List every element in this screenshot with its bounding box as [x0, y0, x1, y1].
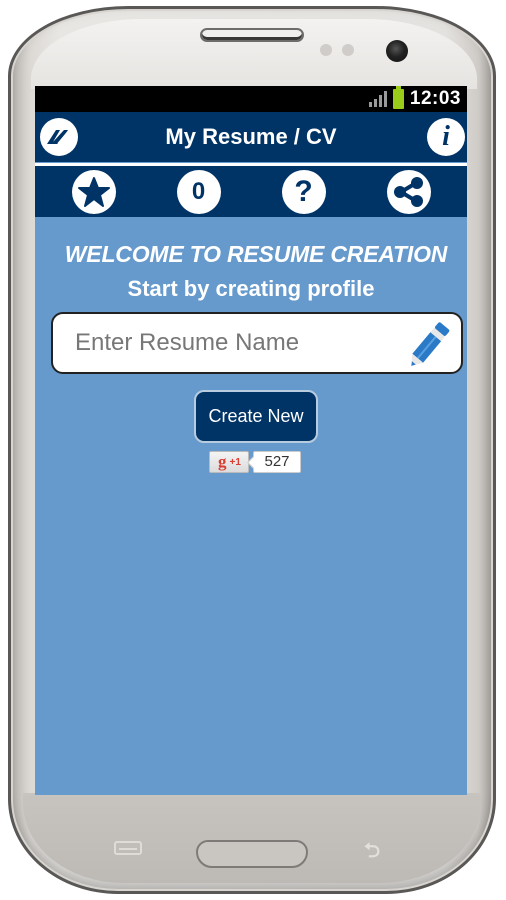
status-bar: 12:03 [35, 86, 467, 112]
app-logo-icon[interactable] [40, 118, 78, 156]
earpiece-speaker [200, 28, 304, 42]
action-toolbar: 0 ? [35, 166, 467, 217]
plus-one-count: 527 [253, 451, 301, 473]
google-plus-one-button[interactable]: g +1 [209, 451, 250, 473]
resume-count: 0 [191, 177, 206, 205]
menu-key[interactable] [114, 841, 142, 855]
google-plus-widget: g +1 527 [43, 451, 467, 473]
help-button[interactable]: ? [281, 169, 326, 214]
help-icon: ? [294, 174, 313, 208]
screen: 12:03 My Resume / CV i 0 ? WELCOME TO RE… [35, 86, 467, 795]
back-key-icon[interactable]: ⮌ [364, 836, 380, 870]
info-label: i [442, 121, 450, 152]
phone-bottom-bezel [23, 793, 481, 883]
signal-icon [368, 91, 387, 107]
app-title: My Resume / CV [165, 124, 337, 149]
star-icon [77, 176, 110, 207]
resume-name-input[interactable] [53, 329, 373, 357]
resume-name-field[interactable] [51, 312, 463, 374]
favorite-button[interactable] [71, 169, 116, 214]
app-header: My Resume / CV i [35, 112, 467, 162]
proximity-sensor [320, 44, 332, 56]
share-icon [393, 176, 423, 207]
battery-icon [392, 86, 404, 109]
pencil-icon[interactable] [403, 318, 453, 374]
front-camera [386, 40, 408, 62]
light-sensor [342, 44, 354, 56]
main-content: WELCOME TO RESUME CREATION Start by crea… [35, 217, 467, 473]
welcome-heading: WELCOME TO RESUME CREATION [64, 241, 448, 267]
share-button[interactable] [386, 169, 431, 214]
welcome-subtitle: Start by creating profile [127, 276, 375, 301]
google-g-icon: g [218, 452, 227, 471]
status-time: 12:03 [409, 88, 461, 109]
resume-count-badge[interactable]: 0 [176, 169, 221, 214]
plus-one-label: +1 [229, 456, 241, 468]
info-icon[interactable]: i [427, 118, 465, 156]
create-new-button[interactable]: Create New [194, 390, 318, 443]
home-button[interactable] [196, 840, 308, 868]
